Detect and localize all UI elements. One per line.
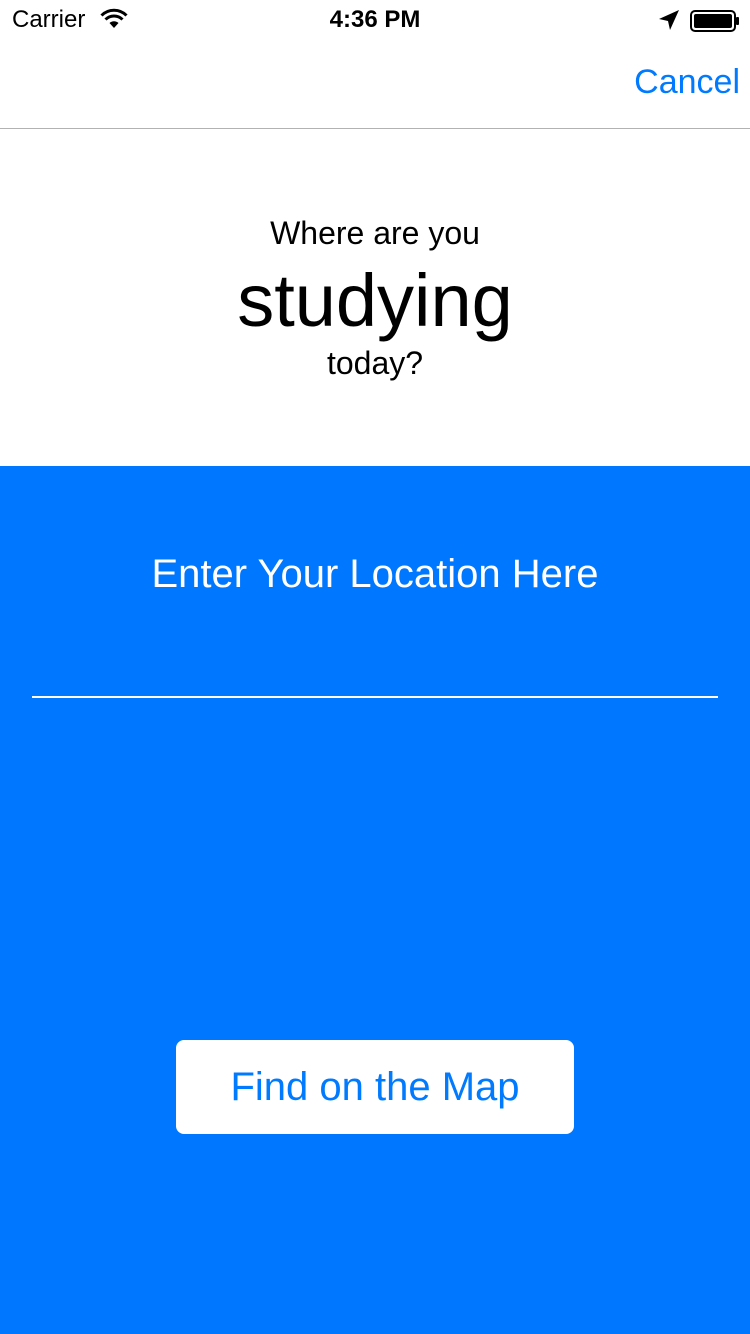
location-input[interactable] [32, 546, 718, 602]
prompt-header: Where are you studying today? [0, 129, 750, 466]
cancel-button[interactable]: Cancel [634, 62, 740, 102]
location-panel: Find on the Map [0, 466, 750, 1334]
battery-icon [690, 10, 739, 32]
status-bar: Carrier 4:36 PM [0, 0, 750, 40]
location-arrow-icon [659, 10, 679, 30]
prompt-line-bottom: today? [326, 345, 424, 381]
clock: 4:36 PM [329, 6, 421, 33]
prompt-line-top: Where are you [270, 215, 480, 251]
find-on-map-button[interactable]: Find on the Map [176, 1040, 574, 1134]
prompt-line-emphasis: studying [237, 259, 513, 342]
navigation-bar: Cancel [0, 40, 750, 129]
location-input-underline [32, 696, 718, 698]
